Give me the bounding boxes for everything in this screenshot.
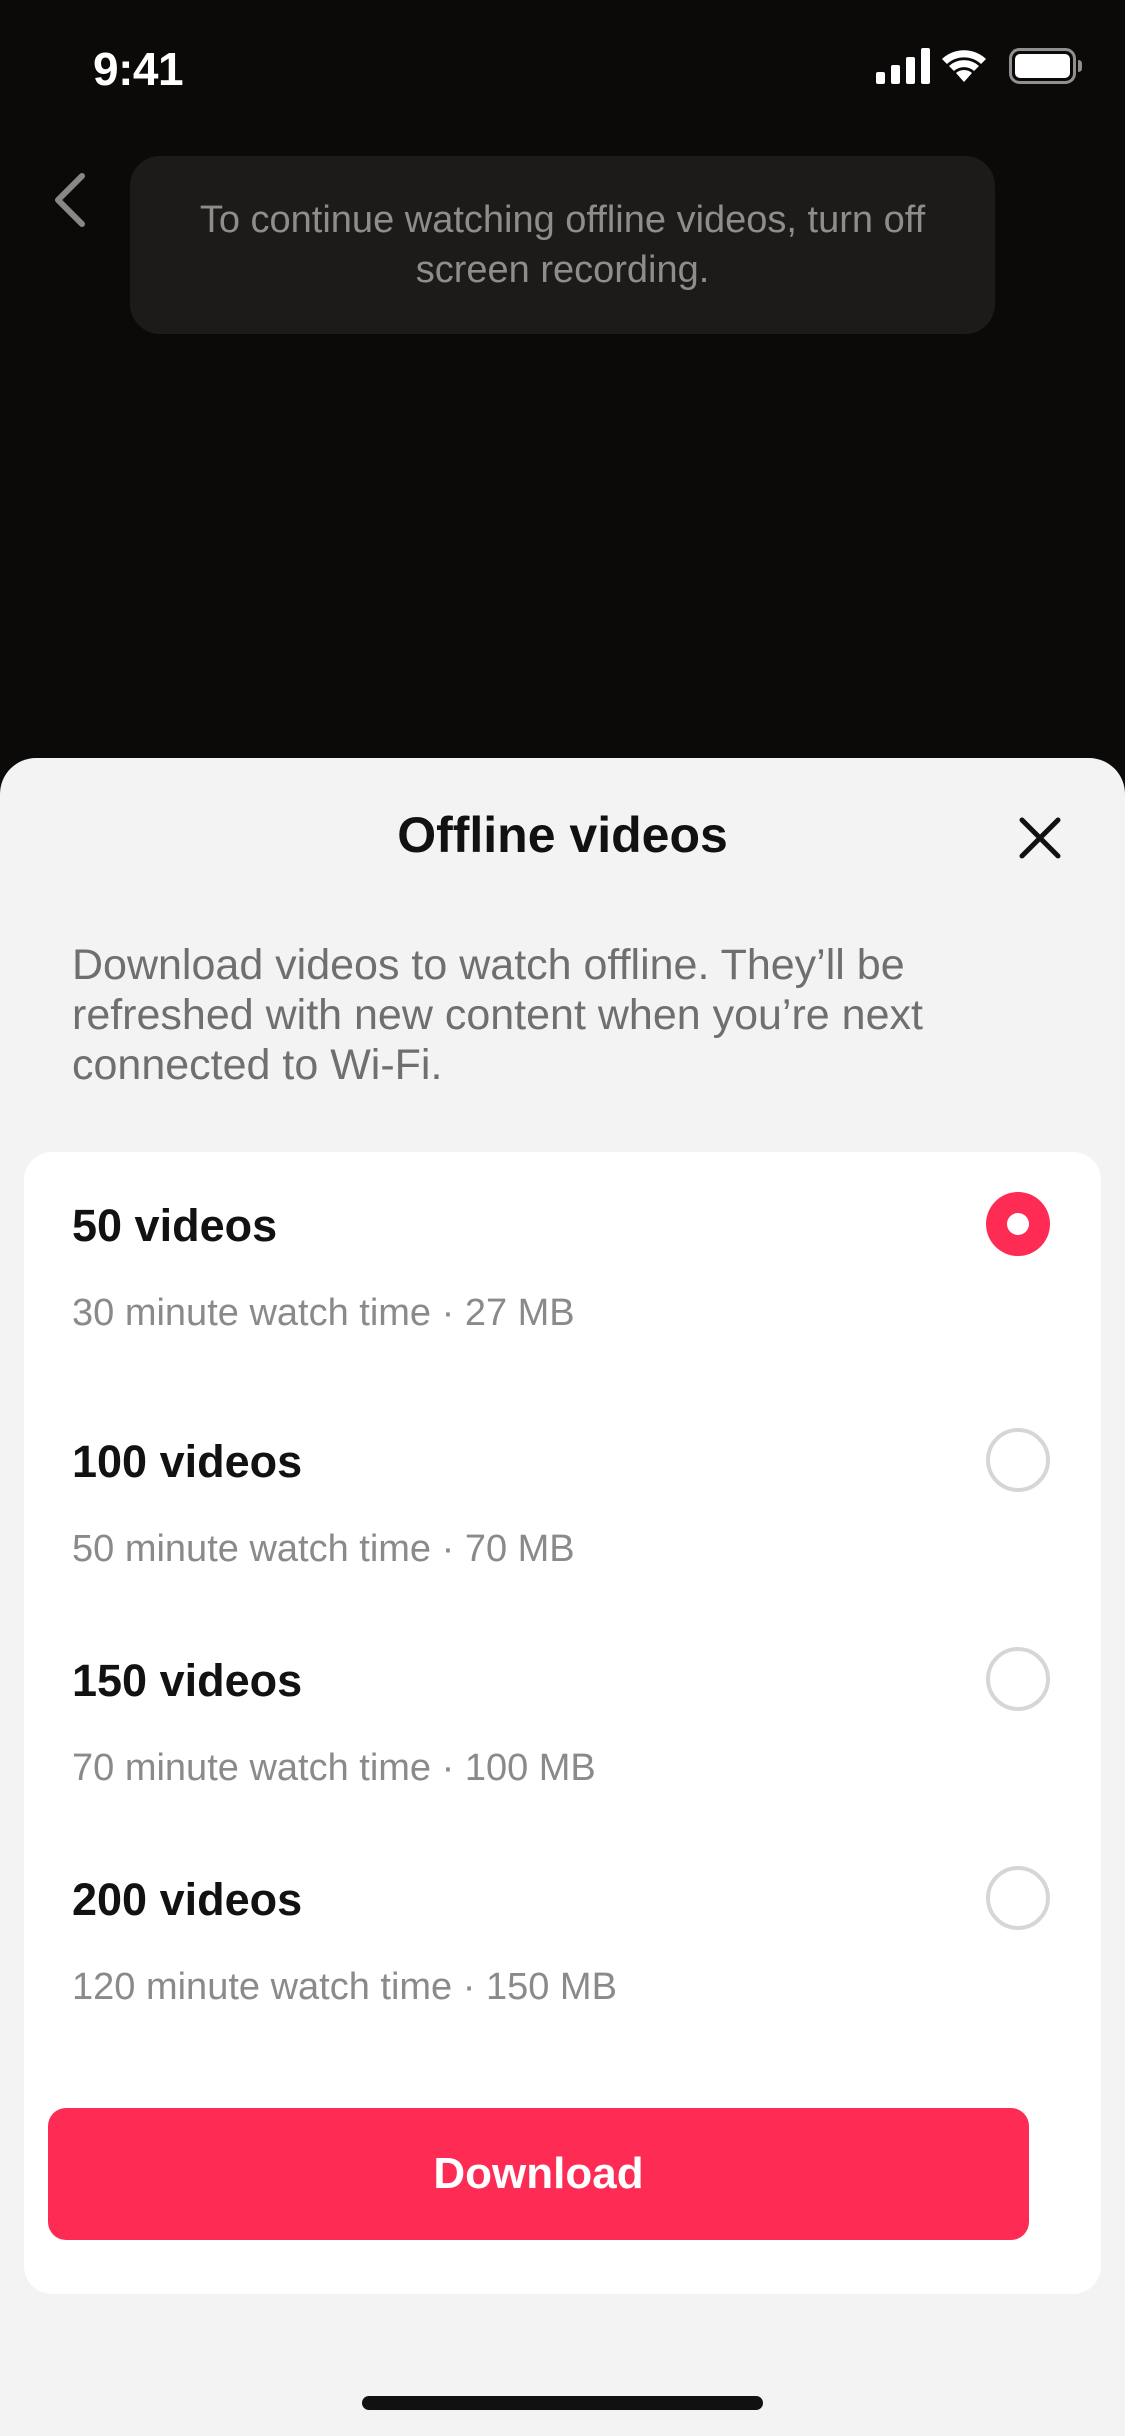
sheet-title: Offline videos — [397, 807, 728, 863]
option-label: 50 videos — [72, 1200, 278, 1251]
option-100-videos[interactable]: 100 videos 50 minute watch time · 70 MB — [24, 1428, 1101, 1646]
wifi-icon — [942, 50, 986, 82]
download-button[interactable]: Download — [48, 2108, 1029, 2240]
status-time: 9:41 — [93, 43, 184, 95]
radio-selected[interactable] — [986, 1192, 1050, 1256]
radio-unselected[interactable] — [986, 1866, 1050, 1930]
offline-videos-sheet: Offline videos Download videos to watch … — [0, 758, 1125, 2436]
option-detail: 120 minute watch time · 150 MB — [72, 1966, 617, 2008]
sheet-description: Download videos to watch offline. They’l… — [72, 941, 923, 1089]
signal-icon — [876, 48, 930, 84]
option-detail: 50 minute watch time · 70 MB — [72, 1528, 575, 1570]
option-label: 150 videos — [72, 1655, 303, 1706]
status-bar: 9:41 — [0, 0, 1125, 140]
option-label: 100 videos — [72, 1436, 303, 1487]
option-label: 200 videos — [72, 1874, 303, 1925]
radio-unselected[interactable] — [986, 1647, 1050, 1711]
home-indicator — [362, 2396, 763, 2410]
option-detail: 70 minute watch time · 100 MB — [72, 1747, 596, 1789]
option-200-videos[interactable]: 200 videos 120 minute watch time · 150 M… — [24, 1866, 1101, 2084]
back-button[interactable] — [40, 160, 100, 240]
chevron-left-icon — [55, 173, 85, 227]
radio-unselected[interactable] — [986, 1428, 1050, 1492]
close-icon — [1019, 817, 1061, 859]
option-50-videos[interactable]: 50 videos 30 minute watch time · 27 MB — [24, 1192, 1101, 1410]
close-button[interactable] — [1010, 808, 1070, 868]
option-detail: 30 minute watch time · 27 MB — [72, 1292, 575, 1334]
screen-recording-toast: To continue watching offline videos, tur… — [130, 156, 995, 334]
toast-message: To continue watching offline videos, tur… — [199, 199, 926, 291]
battery-icon — [1009, 48, 1082, 84]
option-150-videos[interactable]: 150 videos 70 minute watch time · 100 MB — [24, 1647, 1101, 1865]
